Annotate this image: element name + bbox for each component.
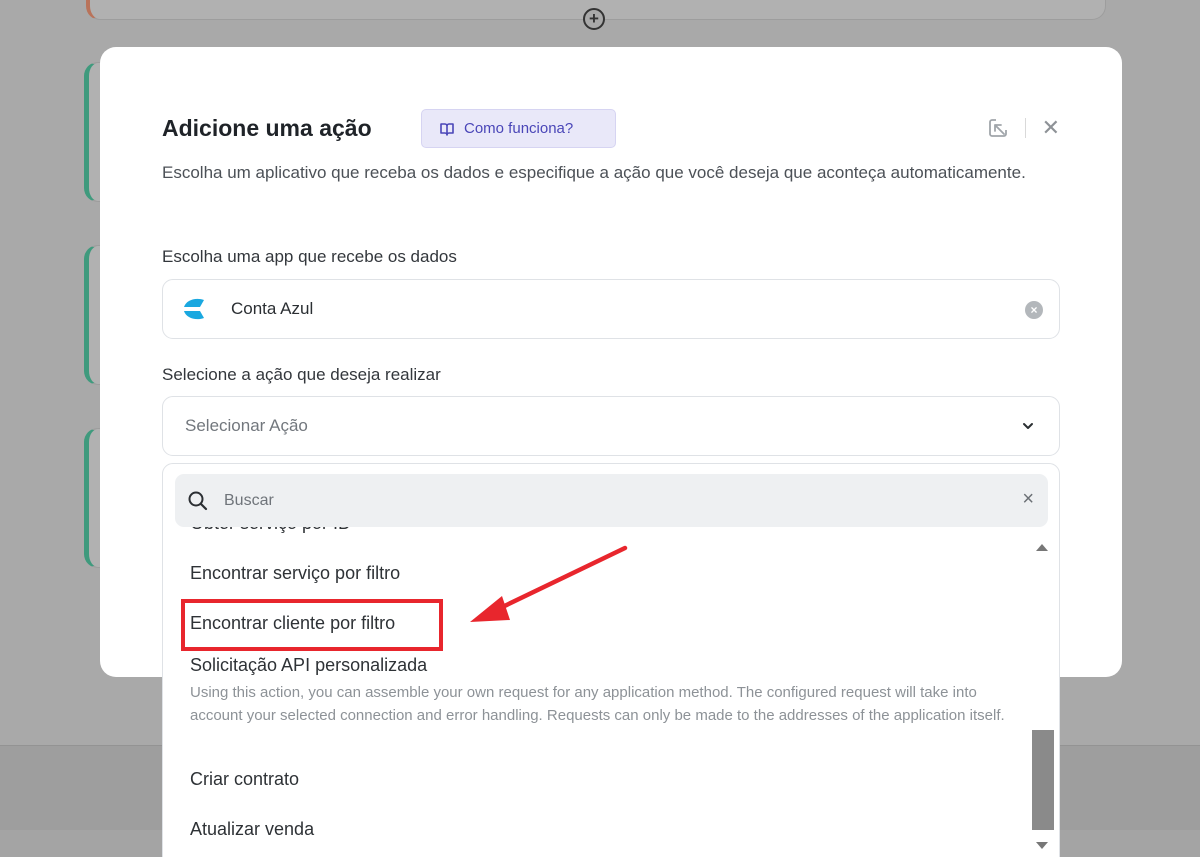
scroll-up-arrow[interactable] (1036, 544, 1048, 551)
highlight-annotation (181, 599, 443, 651)
open-external-icon[interactable] (987, 117, 1009, 139)
conta-azul-logo (184, 298, 204, 320)
search-box: × (175, 474, 1048, 527)
list-item[interactable]: Criar contrato (190, 769, 1010, 819)
scroll-down-arrow[interactable] (1036, 842, 1048, 849)
how-it-works-button[interactable]: Como funciona? (421, 109, 616, 148)
app-field-label: Escolha uma app que recebe os dados (162, 247, 457, 266)
header-actions: ✕ (987, 117, 1060, 139)
book-icon (440, 122, 454, 136)
close-icon[interactable]: ✕ (1042, 117, 1060, 139)
screen: + Adicione uma ação Como funciona? ✕ Esc… (0, 0, 1200, 857)
how-it-works-label: Como funciona? (464, 120, 574, 137)
list-item[interactable]: Solicitação API personalizada (190, 655, 1010, 681)
plus-circle-icon[interactable]: + (583, 8, 605, 30)
scrollbar-thumb[interactable] (1032, 730, 1054, 830)
list-item[interactable]: Atualizar venda (190, 819, 1010, 857)
modal-description: Escolha um aplicativo que receba os dado… (162, 163, 1026, 182)
search-input[interactable] (224, 491, 984, 510)
modal-title: Adicione uma ação (162, 115, 372, 141)
search-clear-icon[interactable]: × (1022, 489, 1034, 509)
chevron-down-icon (1023, 423, 1033, 429)
clear-icon[interactable]: × (1025, 301, 1043, 319)
list-item-description: Using this action, you can assemble your… (190, 684, 1005, 724)
app-name: Conta Azul (231, 299, 314, 318)
action-placeholder: Selecionar Ação (185, 416, 308, 435)
search-icon (188, 491, 208, 510)
action-field-label: Selecione a ação que deseja realizar (162, 365, 441, 384)
action-select[interactable]: Selecionar Ação (162, 396, 1060, 456)
app-select[interactable]: Conta Azul × (162, 279, 1060, 339)
action-dropdown: × Obter serviço por ID Encontrar serviço… (162, 463, 1060, 857)
arrow-annotation (470, 545, 628, 622)
divider (1024, 118, 1026, 138)
